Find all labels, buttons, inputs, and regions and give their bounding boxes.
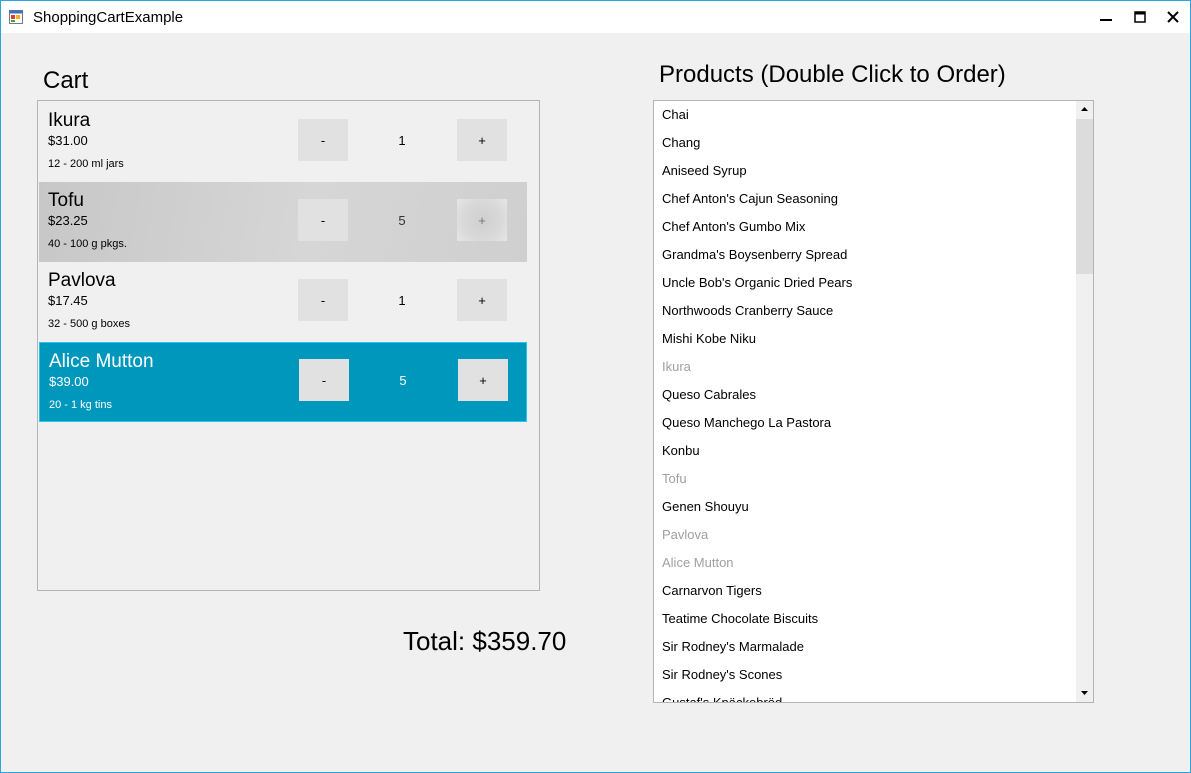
cart-item-price: $23.25 (48, 213, 88, 228)
cart-item-quantity: 1 (398, 133, 406, 148)
app-window: ShoppingCartExample Cart Ikura $31.00 12… (0, 0, 1191, 773)
product-list-item[interactable]: Pavlova (662, 527, 708, 542)
decrement-button[interactable]: - (298, 119, 348, 161)
cart-item-name: Alice Mutton (49, 351, 154, 372)
decrement-button[interactable]: - (298, 279, 348, 321)
product-list-item[interactable]: Grandma's Boysenberry Spread (662, 247, 847, 262)
product-list-item[interactable]: Tofu (662, 471, 687, 486)
products-heading: Products (Double Click to Order) (659, 61, 1006, 88)
cart-panel: Ikura $31.00 12 - 200 ml jars - 1 + Tofu… (37, 100, 540, 591)
scroll-down-arrow-icon[interactable] (1080, 688, 1089, 697)
product-list-item[interactable]: Genen Shouyu (662, 499, 749, 514)
app-window-icon (9, 10, 23, 24)
cart-item-quantity-per-unit: 32 - 500 g boxes (48, 318, 130, 330)
cart-item-quantity: 5 (399, 373, 407, 388)
cart-item-name: Ikura (48, 110, 91, 131)
cart-item-name: Pavlova (48, 270, 116, 291)
cart-item-quantity-per-unit: 40 - 100 g pkgs. (48, 238, 127, 250)
cart-item[interactable]: Ikura $31.00 12 - 200 ml jars - 1 + (39, 102, 527, 182)
product-list-item[interactable]: Ikura (662, 359, 691, 374)
title-bar[interactable]: ShoppingCartExample (1, 1, 1190, 33)
decrement-button[interactable]: - (299, 359, 349, 401)
scroll-up-arrow-icon[interactable] (1080, 105, 1089, 114)
product-list-item[interactable]: Sir Rodney's Scones (662, 667, 782, 682)
product-list-item[interactable]: Konbu (662, 443, 700, 458)
product-list-item[interactable]: Chef Anton's Cajun Seasoning (662, 191, 838, 206)
close-button[interactable] (1156, 1, 1190, 33)
product-list-item[interactable]: Aniseed Syrup (662, 163, 747, 178)
minimize-button[interactable] (1089, 1, 1123, 33)
total-label: Total: $359.70 (403, 626, 567, 656)
products-scrollbar[interactable] (1076, 101, 1093, 702)
product-list-item[interactable]: Chang (662, 135, 700, 150)
decrement-button[interactable]: - (298, 199, 348, 241)
cart-item-price: $17.45 (48, 293, 88, 308)
product-list-item[interactable]: Uncle Bob's Organic Dried Pears (662, 275, 852, 290)
product-list-item[interactable]: Chef Anton's Gumbo Mix (662, 219, 805, 234)
close-icon (1167, 11, 1179, 23)
product-list-item[interactable]: Chai (662, 107, 689, 122)
increment-button[interactable]: + (458, 359, 508, 401)
scroll-thumb[interactable] (1076, 119, 1093, 274)
product-list-item[interactable]: Gustaf's Knäckebröd (662, 695, 782, 702)
product-list-item[interactable]: Northwoods Cranberry Sauce (662, 303, 833, 318)
maximize-icon (1134, 11, 1146, 23)
cart-heading: Cart (43, 67, 89, 94)
product-list-item[interactable]: Sir Rodney's Marmalade (662, 639, 804, 654)
minimize-icon (1100, 19, 1112, 21)
cart-item-price: $31.00 (48, 133, 88, 148)
product-list-item[interactable]: Queso Manchego La Pastora (662, 415, 831, 430)
products-listbox[interactable]: Chai Chang Aniseed Syrup Chef Anton's Cajun… (653, 100, 1094, 703)
window-title: ShoppingCartExample (33, 9, 184, 26)
product-list-item[interactable]: Teatime Chocolate Biscuits (662, 611, 818, 626)
cart-item-quantity-per-unit: 20 - 1 kg tins (49, 399, 112, 411)
maximize-button[interactable] (1123, 1, 1157, 33)
cart-item[interactable]: Tofu $23.25 40 - 100 g pkgs. - 5 + (39, 182, 527, 262)
cart-item-quantity: 1 (398, 293, 406, 308)
product-list-item[interactable]: Queso Cabrales (662, 387, 756, 402)
product-list-item[interactable]: Alice Mutton (662, 555, 734, 570)
cart-item-name: Tofu (48, 190, 84, 211)
cart-item[interactable]: Pavlova $17.45 32 - 500 g boxes - 1 + (39, 262, 527, 342)
cart-item-quantity: 5 (398, 213, 406, 228)
cart-item-quantity-per-unit: 12 - 200 ml jars (48, 158, 124, 170)
increment-button[interactable]: + (457, 119, 507, 161)
increment-button[interactable]: + (457, 199, 507, 241)
product-list-item[interactable]: Carnarvon Tigers (662, 583, 762, 598)
product-list-item[interactable]: Mishi Kobe Niku (662, 331, 756, 346)
cart-item-price: $39.00 (49, 374, 89, 389)
increment-button[interactable]: + (457, 279, 507, 321)
cart-item[interactable]: Alice Mutton $39.00 20 - 1 kg tins - 5 + (39, 342, 527, 422)
